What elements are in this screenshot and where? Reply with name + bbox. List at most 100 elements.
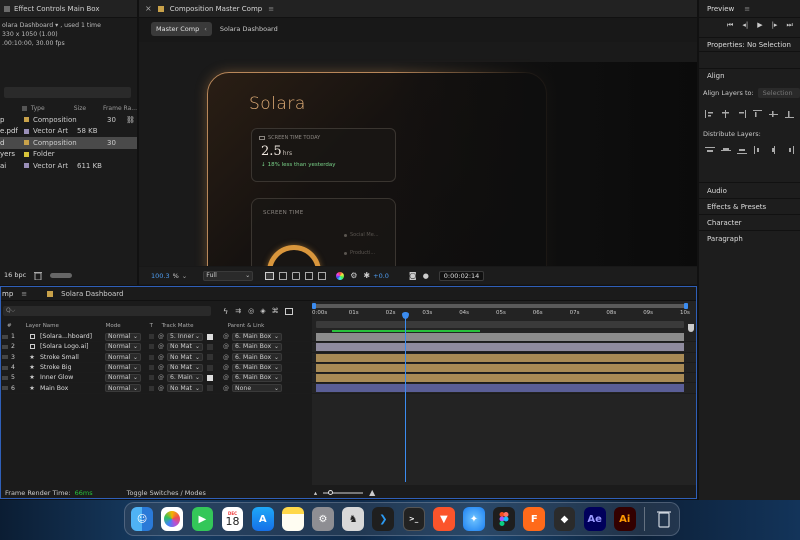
parent-pick-whip-icon[interactable]: @ <box>223 354 229 361</box>
eye-icon[interactable] <box>2 355 8 360</box>
trash-icon[interactable] <box>653 507 675 531</box>
parent-dropdown[interactable]: 6. Main Box ⌄ <box>232 363 282 372</box>
parent-dropdown[interactable]: 6. Main Box ⌄ <box>232 353 282 362</box>
track-matte-dropdown[interactable]: No Mat ⌄ <box>167 384 203 393</box>
label-column-icon[interactable] <box>22 106 27 112</box>
finder-icon[interactable]: ☺ <box>131 507 153 531</box>
layer-row[interactable]: 1 [Solara...hboard] Normal ⌄ @5. Inner ⌄ @6. M… <box>1 332 311 343</box>
track-matte-dropdown[interactable]: No Mat ⌄ <box>167 363 203 372</box>
camera-icon[interactable]: ◙ <box>409 271 417 280</box>
next-frame-icon[interactable]: |▸ <box>772 21 778 29</box>
layer-mode-dropdown[interactable]: Normal ⌄ <box>105 373 141 382</box>
notes-icon[interactable] <box>281 507 304 531</box>
mask-visibility-icon[interactable] <box>292 271 301 280</box>
layer-search-input[interactable]: Q⌵ <box>3 306 211 316</box>
system-settings-icon[interactable]: ⚙ <box>312 507 334 531</box>
graph-editor-icon[interactable]: ⌘ <box>272 307 279 315</box>
vscode-icon[interactable]: ❯ <box>372 507 395 531</box>
layer-row[interactable]: 5 ★ Inner Glow Normal ⌄ @6. Main ⌄ @6. Main Box… <box>1 373 311 384</box>
align-left-icon[interactable] <box>705 110 714 118</box>
layer-duration-bar[interactable] <box>316 384 684 393</box>
exposure-value[interactable]: +0.0 <box>373 272 389 280</box>
transparency-grid-icon[interactable] <box>279 271 288 280</box>
layer-mode-dropdown[interactable]: Normal ⌄ <box>105 353 141 362</box>
last-frame-icon[interactable]: ⏭ <box>786 21 792 30</box>
layer-name[interactable]: [Solara...hboard] <box>40 333 103 340</box>
breadcrumb-master-comp[interactable]: Master Comp ‹ <box>151 22 212 36</box>
parent-pick-whip-icon[interactable]: @ <box>223 343 229 350</box>
zoom-level[interactable]: 100.3 <box>151 272 170 280</box>
color-wheel-icon[interactable] <box>336 271 345 280</box>
timeline-zoom-slider[interactable] <box>323 489 364 495</box>
parent-dropdown[interactable]: 6. Main Box ⌄ <box>232 342 282 351</box>
track-matte-dropdown[interactable]: No Mat ⌄ <box>167 353 203 362</box>
matte-toggle[interactable] <box>207 343 213 350</box>
motion-blur-icon[interactable]: ◎ <box>248 307 254 315</box>
panel-menu-icon[interactable]: ≡ <box>744 5 750 13</box>
matte-link-icon[interactable]: @ <box>158 364 164 371</box>
after-effects-icon[interactable]: Ae <box>583 507 606 531</box>
label-color-swatch[interactable] <box>24 151 29 157</box>
eye-icon[interactable] <box>2 386 8 391</box>
matte-link-icon[interactable]: @ <box>158 354 164 361</box>
matte-toggle[interactable] <box>207 374 213 381</box>
matte-toggle[interactable] <box>207 364 213 371</box>
eye-icon[interactable] <box>2 334 8 339</box>
label-color-swatch[interactable] <box>24 140 29 146</box>
label-color-swatch[interactable] <box>24 163 29 169</box>
mode-column-header[interactable]: Mode <box>106 323 150 329</box>
flowchart-icon[interactable]: ⛓ <box>126 116 135 124</box>
layer-row[interactable]: 2 [Solara Logo.ai] Normal ⌄ @ No Mat ⌄ @6. Main… <box>1 342 311 353</box>
preserve-transparency-toggle[interactable] <box>149 385 154 391</box>
thumbnail-slider[interactable] <box>50 272 73 278</box>
preserve-transparency-toggle[interactable] <box>149 344 154 350</box>
parent-dropdown[interactable]: 6. Main Box ⌄ <box>232 332 282 341</box>
layer-name[interactable]: Stroke Small <box>40 354 103 361</box>
exposure-icon[interactable]: ✱ <box>363 271 370 280</box>
layer-duration-bar[interactable] <box>316 343 684 352</box>
layer-row[interactable]: 3 ★ Stroke Small Normal ⌄ @ No Mat ⌄ @6. Main Bo… <box>1 353 311 363</box>
previous-frame-icon[interactable]: ◂| <box>742 21 748 29</box>
project-item[interactable]: p Composition 30 <box>0 114 137 126</box>
parent-pick-whip-icon[interactable]: @ <box>223 333 229 340</box>
layer-name[interactable]: Main Box <box>40 385 103 392</box>
matte-link-icon[interactable]: @ <box>158 385 164 392</box>
trash-icon[interactable] <box>34 271 43 280</box>
project-item[interactable]: ai Vector Art 611 KB <box>0 160 137 172</box>
layer-duration-bar[interactable] <box>316 363 684 372</box>
fss-icon[interactable]: F <box>523 507 546 531</box>
layer-mode-dropdown[interactable]: Normal ⌄ <box>105 332 141 341</box>
layer-name-column-header[interactable]: Layer Name <box>26 323 106 329</box>
zoom-in-icon[interactable]: ▲ <box>369 488 375 497</box>
matte-link-icon[interactable]: @ <box>158 374 164 381</box>
work-area-bar[interactable] <box>312 304 688 308</box>
time-ruler[interactable]: 0:00s 01s 02s 03s 04s 05s 06s 07s 08s 09s 10s <box>312 310 696 320</box>
resolution-dropdown[interactable]: Full ⌄ <box>203 270 254 281</box>
mask-icon[interactable] <box>284 307 293 315</box>
track-matte-dropdown[interactable]: 6. Main ⌄ <box>167 373 203 382</box>
panel-menu-icon[interactable]: ≡ <box>21 290 27 298</box>
distribute-right-icon[interactable] <box>785 146 795 154</box>
parent-column-header[interactable]: Parent & Link <box>228 323 265 329</box>
play-icon[interactable]: ▶ <box>757 21 762 29</box>
layer-duration-bar[interactable] <box>316 374 684 383</box>
matte-toggle[interactable] <box>207 354 213 361</box>
layer-name[interactable]: Inner Glow <box>40 374 103 381</box>
panel-menu-icon[interactable] <box>4 5 10 12</box>
eye-icon[interactable] <box>2 375 8 380</box>
layer-row[interactable]: 6 ★ Main Box Normal ⌄ @ No Mat ⌄ @ None ⌄ <box>1 383 311 394</box>
parent-pick-whip-icon[interactable]: @ <box>223 385 229 392</box>
timecode-field[interactable]: 0:00:02:14 <box>438 270 485 281</box>
align-right-icon[interactable] <box>737 110 746 118</box>
illustrator-icon[interactable]: Ai <box>613 507 636 531</box>
preserve-transparency-toggle[interactable] <box>149 365 154 371</box>
layer-mode-dropdown[interactable]: Normal ⌄ <box>105 363 141 372</box>
layer-duration-bar[interactable] <box>316 333 684 341</box>
chevron-down-icon[interactable]: ⌄ <box>182 272 187 280</box>
reader-app-icon[interactable]: ♞ <box>342 507 365 531</box>
work-area-end-handle[interactable] <box>684 303 688 309</box>
align-to-dropdown[interactable]: Selection <box>757 88 800 98</box>
distribute-bottom-icon[interactable] <box>737 146 747 154</box>
panel-section-audio[interactable]: Audio <box>699 182 800 198</box>
layer-name[interactable]: [Solara Logo.ai] <box>40 343 103 350</box>
